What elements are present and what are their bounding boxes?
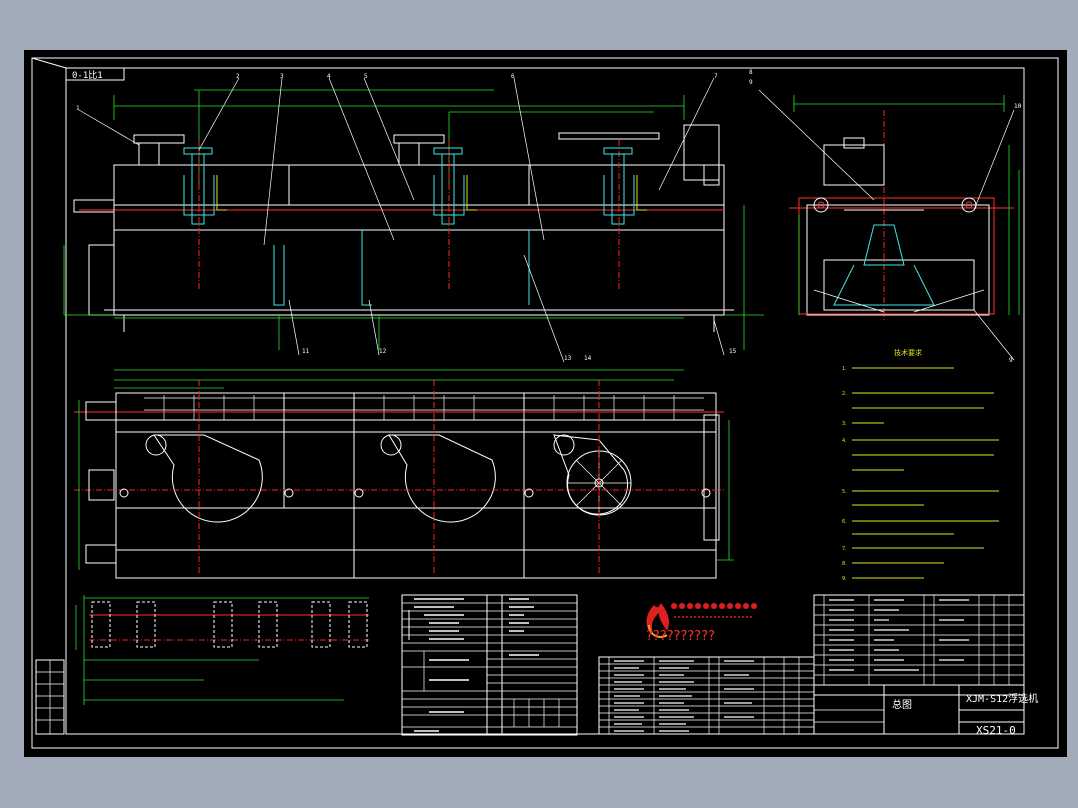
svg-text:4.: 4. xyxy=(842,438,847,444)
bom-table-upper xyxy=(813,594,1025,686)
svg-text:9.: 9. xyxy=(842,576,847,582)
parameter-table xyxy=(401,594,578,736)
svg-text:6: 6 xyxy=(511,73,515,80)
svg-text:1.: 1. xyxy=(842,366,847,372)
svg-text:7.: 7. xyxy=(842,546,847,552)
svg-text:9: 9 xyxy=(749,79,753,86)
sheet-title: 总图 xyxy=(892,698,912,711)
svg-text:13: 13 xyxy=(564,355,572,362)
svg-text:7: 7 xyxy=(714,73,718,80)
svg-text:1: 1 xyxy=(76,105,80,112)
view-label: 0-1比1 xyxy=(72,69,103,81)
watermark: ?????????? xyxy=(646,603,757,644)
drawing-sheet: 0-1比1 1 2 3 4 5 6 7 11 12 13 14 15 8 9 1… xyxy=(24,50,1067,757)
bom-table xyxy=(598,656,815,735)
svg-text:3: 3 xyxy=(280,73,284,80)
cad-drawing: 0-1比1 1 2 3 4 5 6 7 11 12 13 14 15 8 9 1… xyxy=(31,57,1059,749)
svg-text:9: 9 xyxy=(1009,357,1013,364)
svg-text:15: 15 xyxy=(729,348,737,355)
svg-text:8.: 8. xyxy=(842,561,847,567)
outer-frame xyxy=(31,57,1059,749)
svg-text:5: 5 xyxy=(364,73,368,80)
product-name: XJM-S12浮选机 xyxy=(966,692,1038,705)
svg-text:10: 10 xyxy=(1014,103,1022,110)
svg-text:12: 12 xyxy=(379,348,387,355)
tech-requirements: 技术要求 1. 2. 3. 4. 5. 6. 7. 8. 9. xyxy=(842,348,999,582)
svg-text:2.: 2. xyxy=(842,391,847,397)
svg-text:2: 2 xyxy=(236,73,240,80)
drawing-number: XS21-0 xyxy=(976,724,1016,737)
title-block: XJM-S12浮选机 总图 XS21-0 xyxy=(813,684,1038,737)
svg-text:3.: 3. xyxy=(842,421,847,427)
plan-view xyxy=(74,369,734,579)
svg-text:6.: 6. xyxy=(842,519,847,525)
svg-text:8: 8 xyxy=(749,69,753,76)
front-elevation xyxy=(63,89,764,350)
svg-text:5.: 5. xyxy=(842,489,847,495)
leader-lines xyxy=(78,77,725,363)
inner-frame xyxy=(65,67,1025,735)
svg-text:14: 14 xyxy=(584,355,592,362)
svg-text:技术要求: 技术要求 xyxy=(894,348,922,357)
side-view: 9 xyxy=(758,89,1020,364)
watermark-text: ?????????? xyxy=(646,629,715,644)
svg-text:4: 4 xyxy=(327,73,331,80)
foundation-plan xyxy=(75,595,369,705)
svg-text:11: 11 xyxy=(302,348,310,355)
